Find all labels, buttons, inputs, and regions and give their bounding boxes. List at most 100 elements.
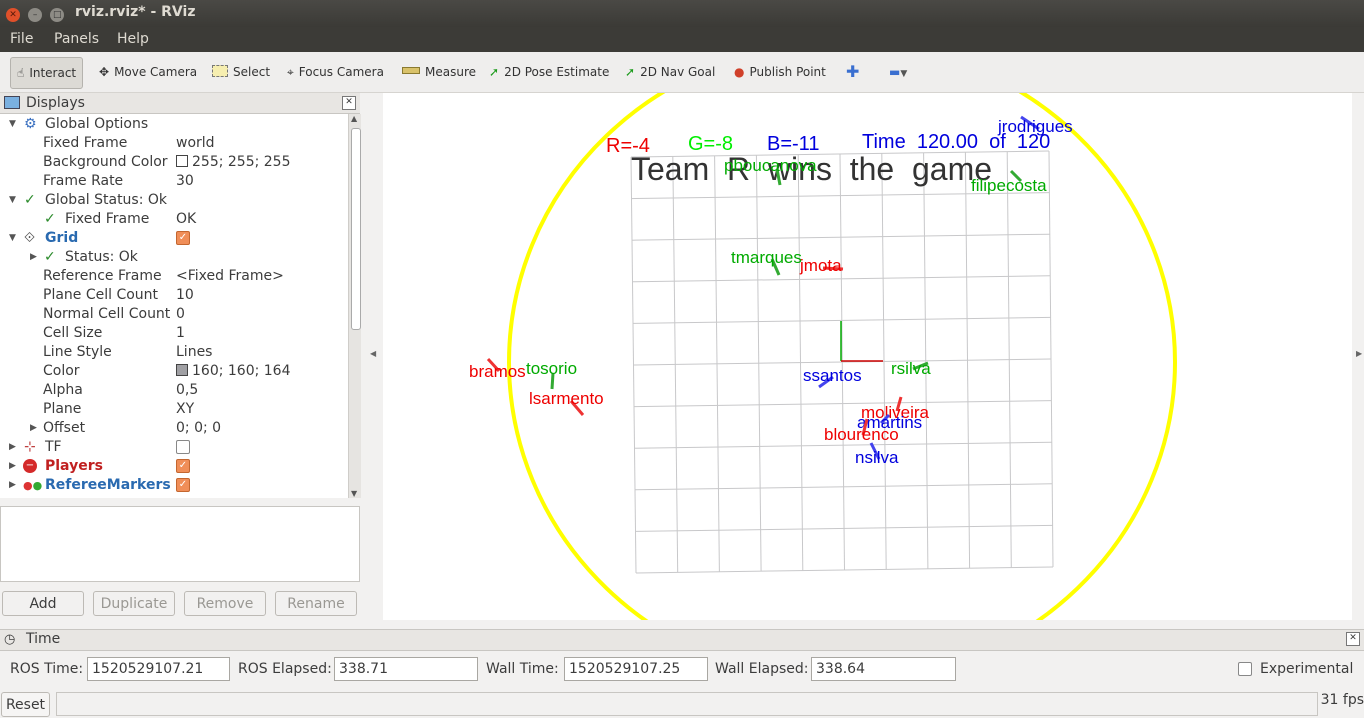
player-jmota[interactable]: jmota [799,256,844,275]
render-viewport[interactable]: R=-4 G=-8 B=-11 Time 120.00 of 120 Team … [383,93,1352,620]
markers-icon: ●● [23,479,43,492]
color-swatch [176,364,188,376]
minimize-window-button[interactable]: – [28,8,43,22]
displays-panel-title: Displays [26,95,85,111]
tree-row-plane[interactable]: Plane XY [0,400,348,419]
tree-row-reference-frame[interactable]: Reference Frame <Fixed Frame> [0,267,348,286]
players-enabled-checkbox[interactable]: ✓ [176,459,190,473]
tree-row-global-options[interactable]: ▼ ⚙ Global Options [0,115,348,134]
tree-row-referee-markers[interactable]: ▶ ●● RefereeMarkers ✓ [0,476,348,495]
grid-icon: ⟐ [24,230,36,246]
chevron-right-icon[interactable]: ▶ [9,438,16,457]
clock-icon: ◷ [4,632,16,647]
chevron-down-icon[interactable]: ▼ [9,229,16,248]
ruler-icon [402,67,420,74]
player-label: blourenco [824,425,899,444]
status-bar: Reset 31 fps [0,690,1364,718]
close-icon[interactable]: ✕ [1346,632,1360,646]
time-panel-title: Time [26,631,61,647]
chevron-right-icon[interactable]: ▶ [9,476,16,495]
scene-canvas[interactable]: R=-4 G=-8 B=-11 Time 120.00 of 120 Team … [383,93,1352,620]
referee-markers-enabled-checkbox[interactable]: ✓ [176,478,190,492]
add-tool-button[interactable]: ✚ [846,60,859,84]
close-icon[interactable]: ✕ [342,96,356,110]
player-ssantos[interactable]: ssantos [803,366,862,389]
menu-panels[interactable]: Panels [54,31,99,47]
tf-axes-icon: ⊹ [24,439,36,455]
collapse-left-icon[interactable]: ◀ [370,349,376,358]
tree-row-offset[interactable]: ▶ Offset 0; 0; 0 [0,419,348,438]
pose-estimate-tool-button[interactable]: ➚ 2D Pose Estimate [489,60,609,84]
monitor-icon [4,96,20,109]
tree-row-grid-status[interactable]: ▶ ✓ Status: Ok [0,248,348,267]
ros-elapsed-field[interactable]: 338.71 [334,657,478,681]
select-tool-button[interactable]: Select [212,60,270,84]
duplicate-display-button[interactable]: Duplicate [93,591,175,616]
tree-row-tf[interactable]: ▶ ⊹ TF [0,438,348,457]
tree-row-plane-cell-count[interactable]: Plane Cell Count 10 [0,286,348,305]
nav-goal-tool-button[interactable]: ➚ 2D Nav Goal [625,60,715,84]
chevron-down-icon: ▼ [900,69,908,79]
chevron-right-icon[interactable]: ▶ [9,457,16,476]
tree-row-fixed-frame-status[interactable]: ✓ Fixed Frame OK [0,210,348,229]
publish-point-tool-button[interactable]: ● Publish Point [734,60,826,84]
right-splitter[interactable]: ▶ [1353,93,1364,620]
tree-row-normal-cell-count[interactable]: Normal Cell Count 0 [0,305,348,324]
player-bramos[interactable]: bramos [469,357,526,381]
player-rsilva[interactable]: rsilva [891,359,931,378]
scrollbar-thumb[interactable] [351,128,361,330]
ros-time-field[interactable]: 1520529107.21 [87,657,230,681]
displays-panel-header: Displays ✕ [0,93,360,114]
player-tmarques[interactable]: tmarques [731,248,802,276]
player-label: lsarmento [529,389,604,408]
grid-enabled-checkbox[interactable]: ✓ [176,231,190,245]
remove-display-button[interactable]: Remove [184,591,266,616]
error-icon: − [23,459,37,473]
focus-camera-tool-button[interactable]: ⌖ Focus Camera [287,60,384,84]
player-label: jrodrigues [997,117,1073,136]
displays-tree: ▼ ⚙ Global Options Fixed Frame world Bac… [0,114,348,498]
tree-row-frame-rate[interactable]: Frame Rate 30 [0,172,348,191]
add-display-button[interactable]: Add [2,591,84,616]
menu-file[interactable]: File [10,31,33,47]
experimental-checkbox[interactable] [1238,662,1252,676]
remove-tool-dropdown[interactable]: ▬▼ [889,60,907,84]
collapse-right-icon[interactable]: ▶ [1356,349,1362,358]
left-splitter[interactable]: ◀ [362,93,382,620]
chevron-right-icon[interactable]: ▶ [30,248,37,267]
player-tosorio[interactable]: tosorio [526,359,577,390]
scroll-up-icon[interactable]: ▲ [351,114,357,123]
player-label: jmota [799,256,842,275]
tree-row-color[interactable]: Color 160; 160; 164 [0,362,348,381]
tree-row-cell-size[interactable]: Cell Size 1 [0,324,348,343]
measure-tool-button[interactable]: Measure [402,60,476,84]
tree-row-alpha[interactable]: Alpha 0,5 [0,381,348,400]
tree-row-line-style[interactable]: Line Style Lines [0,343,348,362]
rename-display-button[interactable]: Rename [275,591,357,616]
maximize-window-button[interactable]: □ [50,8,65,22]
chevron-down-icon[interactable]: ▼ [9,115,16,134]
tree-row-grid[interactable]: ▼ ⟐ Grid ✓ [0,229,348,248]
select-rectangle-icon [212,65,228,77]
player-lsarmento[interactable]: lsarmento [529,389,604,416]
tree-row-fixed-frame[interactable]: Fixed Frame world [0,134,348,153]
tree-row-players[interactable]: ▶ − Players ✓ [0,457,348,476]
displays-scrollbar[interactable]: ▲ ▼ [348,114,361,498]
player-jrodrigues[interactable]: jrodrigues [997,115,1073,136]
menu-help[interactable]: Help [117,31,149,47]
chevron-down-icon[interactable]: ▼ [9,191,16,210]
tool-toolbar: ☝ Interact ✥ Move Camera Select ⌖ Focus Cam… [0,52,1364,93]
close-window-button[interactable]: ✕ [6,8,20,22]
move-camera-tool-button[interactable]: ✥ Move Camera [99,60,197,84]
tf-enabled-checkbox[interactable] [176,440,190,454]
plus-icon: ✚ [846,62,860,81]
wall-elapsed-field[interactable]: 338.64 [811,657,956,681]
tree-row-global-status[interactable]: ▼ ✓ Global Status: Ok [0,191,348,210]
wall-time-field[interactable]: 1520529107.25 [564,657,708,681]
interact-tool-button[interactable]: ☝ Interact [10,57,84,89]
scroll-down-icon[interactable]: ▼ [351,489,357,498]
chevron-right-icon[interactable]: ▶ [30,419,37,438]
tree-row-background-color[interactable]: Background Color 255; 255; 255 [0,153,348,172]
player-nsilva[interactable]: nsilva [855,442,899,467]
reset-button[interactable]: Reset [1,692,50,717]
